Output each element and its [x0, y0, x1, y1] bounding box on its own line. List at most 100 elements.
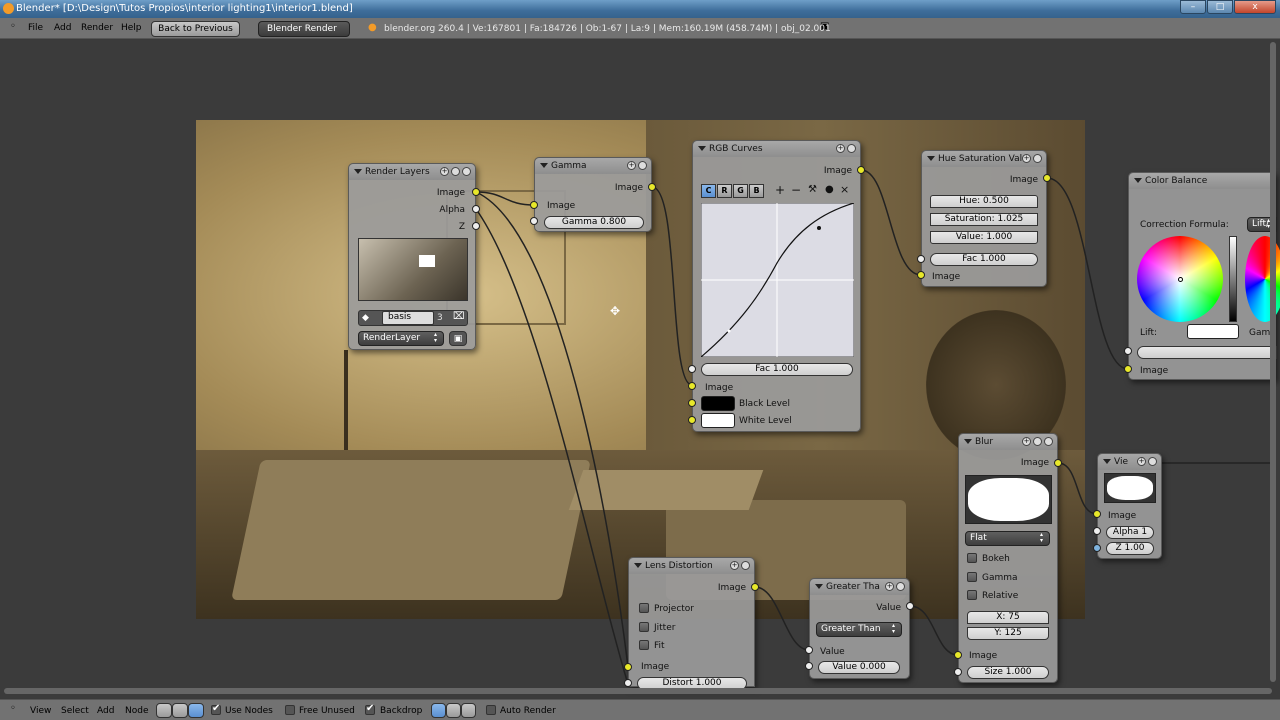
socket-output-image[interactable] [857, 166, 865, 174]
jitter-checkbox[interactable] [639, 622, 649, 632]
collapse-icon[interactable] [354, 169, 362, 174]
socket-input-fac[interactable] [688, 365, 696, 373]
tools-icon[interactable]: ⚒ [808, 184, 817, 195]
socket-input-value-2[interactable] [805, 662, 813, 670]
collapse-icon[interactable] [964, 439, 972, 444]
size-field[interactable]: Size 1.000 [967, 666, 1049, 679]
render-layer-button[interactable]: ▣ [449, 331, 467, 346]
use-nodes-checkbox[interactable] [211, 703, 221, 715]
tab-blue[interactable]: B [749, 184, 764, 198]
node-hue-saturation[interactable]: Hue Saturation Val + Image Hue: 0.500 Sat… [921, 150, 1047, 287]
editor-type-icon[interactable]: ◦ [10, 703, 16, 714]
render-icon[interactable] [462, 167, 471, 176]
preview-icon[interactable]: + [1022, 437, 1031, 446]
socket-output-alpha[interactable] [472, 205, 480, 213]
preview-icon[interactable]: + [836, 144, 845, 153]
fit-checkbox[interactable] [639, 640, 649, 650]
node-header[interactable]: Render Layers + [349, 164, 475, 180]
menu-node[interactable]: Node [125, 706, 149, 716]
preview-icon[interactable]: + [440, 167, 449, 176]
unlink-scene-icon[interactable]: ⌧ [453, 311, 465, 322]
socket-output-image[interactable] [751, 583, 759, 591]
relative-checkbox[interactable] [967, 590, 977, 600]
socket-input-image[interactable] [688, 382, 696, 390]
menu-add[interactable]: Add [97, 706, 114, 716]
options-icon[interactable] [1148, 457, 1157, 466]
collapse-icon[interactable] [540, 163, 548, 168]
collapse-icon[interactable] [634, 563, 642, 568]
black-level-swatch[interactable] [701, 396, 735, 411]
hue-field[interactable]: Hue: 0.500 [930, 195, 1038, 208]
socket-input-size[interactable] [954, 668, 962, 676]
socket-input-image[interactable] [917, 271, 925, 279]
socket-output-image[interactable] [1054, 459, 1062, 467]
node-header[interactable]: Color Balance [1129, 173, 1275, 189]
fac-field[interactable] [1137, 346, 1277, 359]
preview-icon[interactable]: + [730, 561, 739, 570]
tab-green[interactable]: G [733, 184, 748, 198]
white-level-swatch[interactable] [701, 413, 735, 428]
horizontal-scrollbar[interactable] [4, 688, 1272, 694]
size-y-field[interactable]: Y: 125 [967, 627, 1049, 640]
lift-value-slider[interactable] [1229, 236, 1237, 322]
preview-icon[interactable]: + [1022, 154, 1031, 163]
node-header[interactable]: RGB Curves + [693, 141, 860, 157]
socket-input-z[interactable] [1093, 544, 1101, 552]
curve-graph[interactable] [701, 203, 854, 357]
collapse-icon[interactable] [927, 156, 935, 161]
texture-nodes-icon[interactable] [188, 703, 204, 718]
bokeh-checkbox[interactable] [967, 553, 977, 563]
node-header[interactable]: Greater Tha + [810, 579, 909, 595]
fac-field[interactable]: Fac 1.000 [930, 253, 1038, 266]
size-x-field[interactable]: X: 75 [967, 611, 1049, 624]
shader-nodes-icon[interactable] [156, 703, 172, 718]
value-field[interactable]: Value 0.000 [818, 661, 900, 674]
blur-filter-select[interactable]: Flat [965, 531, 1050, 546]
socket-input-image[interactable] [954, 651, 962, 659]
gamma-field[interactable]: Gamma 0.800 [544, 216, 644, 229]
socket-input-value[interactable] [805, 646, 813, 654]
backdrop-color-icon[interactable] [431, 703, 446, 718]
backdrop-checkbox[interactable] [365, 703, 375, 715]
socket-input-image[interactable] [530, 201, 538, 209]
options-icon[interactable] [638, 161, 647, 170]
collapse-icon[interactable] [1103, 459, 1111, 464]
zoom-out-icon[interactable]: − [791, 183, 801, 197]
collapse-icon[interactable] [1134, 178, 1142, 183]
fac-field[interactable]: Fac 1.000 [701, 363, 853, 376]
node-greater-than[interactable]: Greater Tha + Value Greater Than Value Va… [809, 578, 910, 679]
z-field[interactable]: Z 1.00 [1106, 542, 1154, 555]
node-viewer[interactable]: Vie + Image Alpha 1 Z 1.00 [1097, 453, 1162, 559]
vertical-scrollbar[interactable] [1270, 42, 1276, 682]
render-icon[interactable] [1044, 437, 1053, 446]
node-header[interactable]: Vie + [1098, 454, 1161, 470]
socket-output-image[interactable] [648, 183, 656, 191]
saturation-field[interactable]: Saturation: 1.025 [930, 213, 1038, 226]
node-blur[interactable]: Blur + Image Flat Bokeh Gamma Relative X:… [958, 433, 1058, 683]
tab-combined[interactable]: C [701, 184, 716, 198]
render-layer-select[interactable]: RenderLayer [358, 331, 444, 346]
node-lens-distortion[interactable]: Lens Distortion + Image Projector Jitter … [628, 557, 755, 690]
node-header[interactable]: Lens Distortion + [629, 558, 754, 574]
collapse-icon[interactable] [815, 584, 823, 589]
socket-output-image[interactable] [472, 188, 480, 196]
node-gamma[interactable]: Gamma + Image Image Gamma 0.800 [534, 157, 652, 232]
options-icon[interactable] [896, 582, 905, 591]
preview-icon[interactable]: + [627, 161, 636, 170]
socket-input-image[interactable] [1124, 365, 1132, 373]
gamma-checkbox[interactable] [967, 572, 977, 582]
backdrop-channel-icon[interactable] [461, 703, 476, 718]
value-field[interactable]: Value: 1.000 [930, 231, 1038, 244]
scene-name-field[interactable]: basis [382, 311, 434, 325]
lift-swatch[interactable] [1187, 324, 1239, 339]
socket-input-gamma[interactable] [530, 217, 538, 225]
backdrop-alpha-icon[interactable] [446, 703, 461, 718]
socket-input-white-level[interactable] [688, 416, 696, 424]
socket-input-distort[interactable] [624, 679, 632, 687]
node-header[interactable]: Hue Saturation Val + [922, 151, 1046, 167]
menu-view[interactable]: View [30, 706, 51, 716]
delete-point-icon[interactable]: × [840, 183, 849, 196]
auto-render-checkbox[interactable] [486, 705, 496, 715]
socket-input-alpha[interactable] [1093, 527, 1101, 535]
node-rgb-curves[interactable]: RGB Curves + Image C R G B + − ⚒ ● × Fac … [692, 140, 861, 432]
